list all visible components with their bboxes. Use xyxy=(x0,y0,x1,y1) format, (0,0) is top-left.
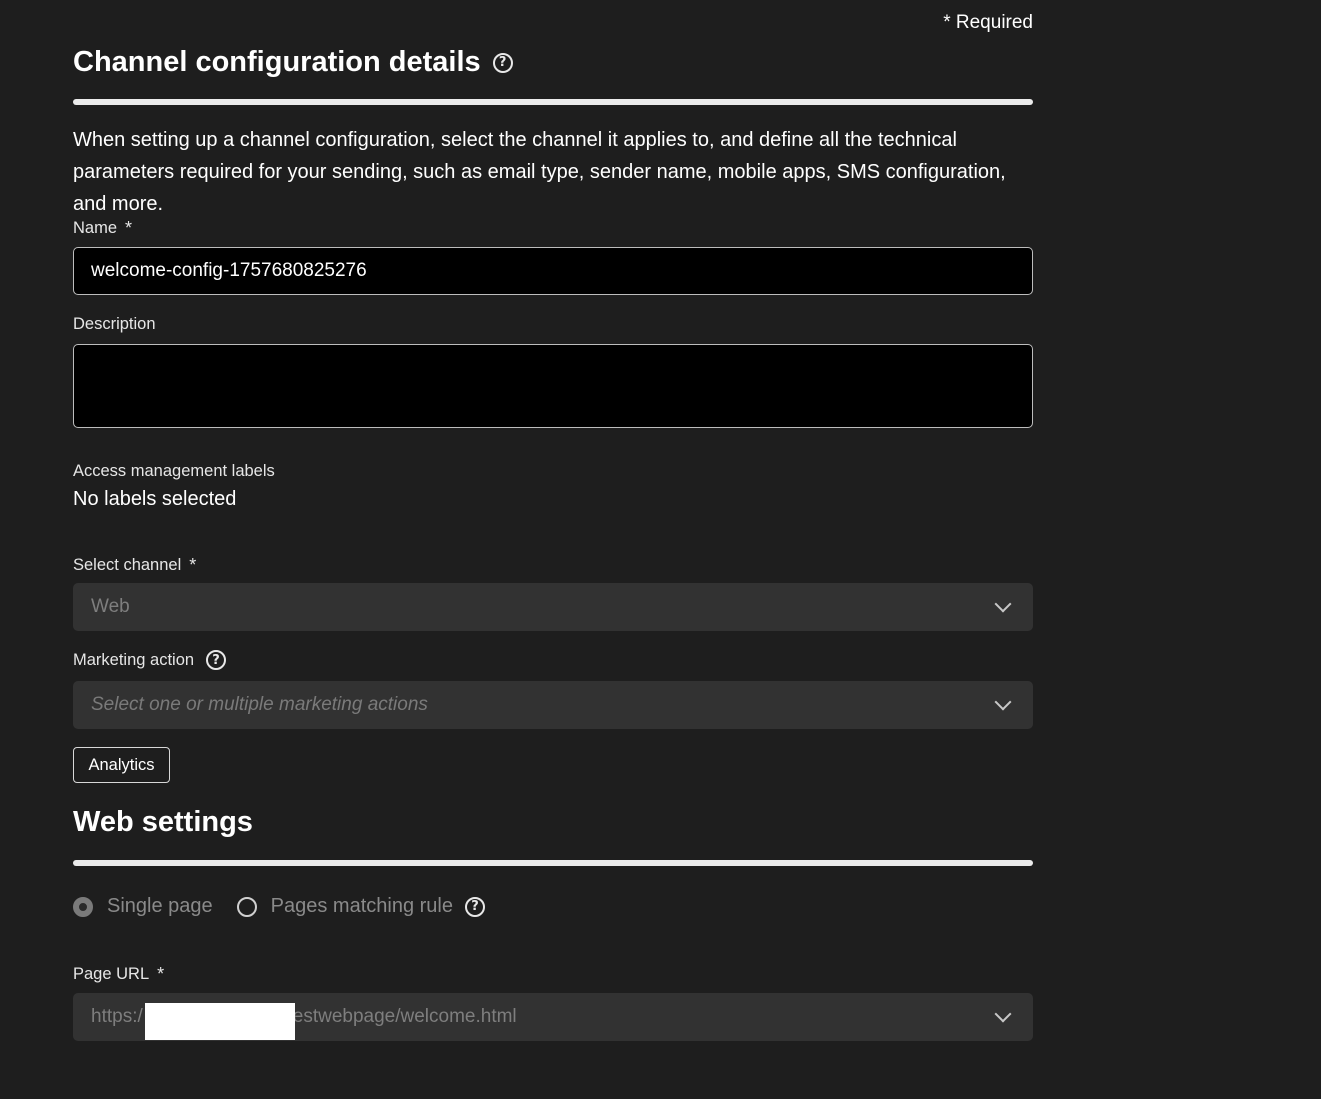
chevron-down-icon[interactable] xyxy=(994,595,1012,613)
page-url-prefix: https:/ xyxy=(91,1006,143,1027)
channel-label: Select channel xyxy=(73,556,182,574)
radio-pages-matching-rule-label: Pages matching rule xyxy=(270,895,453,917)
help-circle-icon[interactable]: ? xyxy=(492,52,513,73)
marketing-action-select[interactable]: Select one or multiple marketing actions xyxy=(73,681,1033,729)
marketing-action-label-row: Marketing action ? xyxy=(73,650,227,670)
marketing-action-tag-analytics[interactable]: Analytics xyxy=(73,747,170,783)
channel-section-divider xyxy=(73,99,1033,105)
marketing-action-label: Marketing action xyxy=(73,650,195,669)
description-textarea[interactable] xyxy=(73,344,1033,428)
required-asterisk-icon: * xyxy=(157,964,165,984)
access-labels-label: Access management labels xyxy=(73,462,275,480)
description-label: Description xyxy=(73,315,156,333)
required-asterisk-icon: * xyxy=(189,555,197,575)
radio-single-page[interactable]: Single page xyxy=(73,895,213,918)
redaction-box xyxy=(145,1003,295,1040)
web-settings-header: Web settings xyxy=(73,806,253,839)
name-label-row: Name * xyxy=(73,218,132,239)
name-input[interactable]: welcome-config-1757680825276 xyxy=(73,247,1033,295)
channel-select[interactable]: Web xyxy=(73,583,1033,631)
channel-section-title: Channel configuration details xyxy=(73,46,481,78)
channel-section-intro: When setting up a channel configuration,… xyxy=(73,129,1006,215)
web-settings-divider xyxy=(73,860,1033,866)
required-asterisk-icon: * xyxy=(125,218,133,238)
name-label: Name xyxy=(73,219,118,237)
page-type-radio-group: Single page Pages matching rule ? xyxy=(73,895,485,918)
radio-single-page-label: Single page xyxy=(107,895,213,917)
name-input-value: welcome-config-1757680825276 xyxy=(91,260,367,281)
required-note: * Required xyxy=(943,12,1033,33)
marketing-action-placeholder: Select one or multiple marketing actions xyxy=(91,694,428,715)
description-label-row: Description xyxy=(73,315,156,334)
access-labels-value: No labels selected xyxy=(73,488,237,510)
page-url-label-row: Page URL * xyxy=(73,964,164,985)
channel-select-value: Web xyxy=(91,596,130,617)
channel-configuration-page: * Required Channel configuration details… xyxy=(0,0,1321,1099)
channel-label-row: Select channel * xyxy=(73,555,196,576)
page-url-label: Page URL xyxy=(73,965,150,983)
page-url-suffix: estwebpage/welcome.html xyxy=(292,1006,517,1027)
web-settings-title: Web settings xyxy=(73,806,253,838)
chevron-down-icon[interactable] xyxy=(994,1005,1012,1023)
radio-unchecked-icon[interactable] xyxy=(236,896,257,917)
access-labels-label-row: Access management labels xyxy=(73,462,275,481)
channel-section-header: Channel configuration details ? xyxy=(73,46,513,79)
chevron-down-icon[interactable] xyxy=(994,693,1012,711)
radio-checked-icon[interactable] xyxy=(73,896,93,917)
help-circle-icon[interactable]: ? xyxy=(206,650,227,670)
radio-pages-matching-rule[interactable]: Pages matching rule xyxy=(236,895,453,918)
help-circle-icon[interactable]: ? xyxy=(464,896,485,917)
